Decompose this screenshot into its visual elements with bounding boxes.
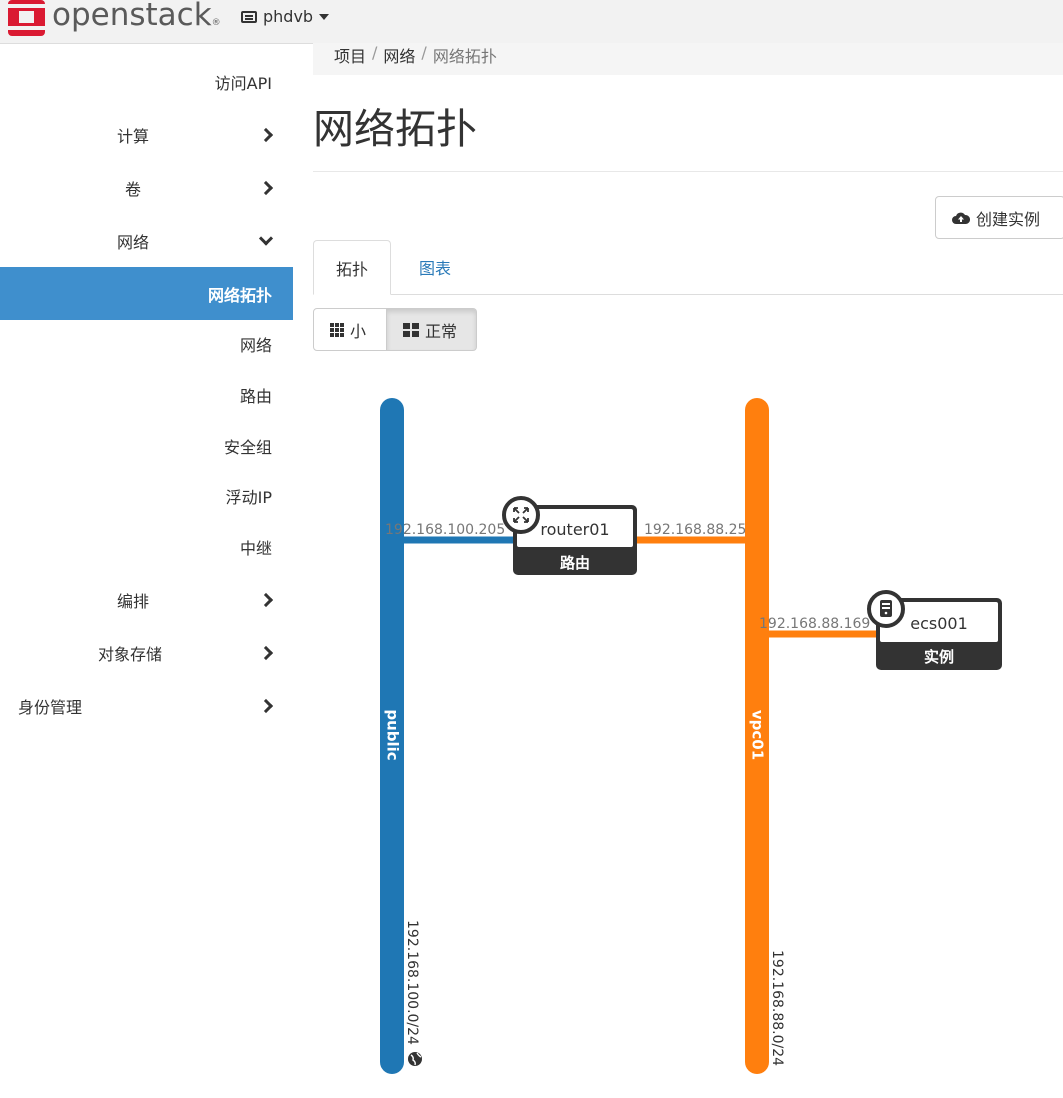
create-instance-button[interactable]: 创建实例 [935, 196, 1063, 239]
chevron-right-icon [258, 127, 274, 142]
sidebar-item-routers[interactable]: 路由 [0, 368, 293, 421]
sidebar-item-access-api[interactable]: 访问API [0, 55, 293, 108]
small-size-button[interactable]: 小 [313, 308, 387, 351]
chevron-right-icon [258, 592, 274, 607]
sidebar-item-label: 卷 [125, 179, 142, 199]
project-name: phdvb [263, 7, 314, 26]
globe-icon [408, 1052, 422, 1066]
topology-canvas: public vpc01 192.168.100.0/24 192.168.88… [380, 398, 1002, 1074]
small-size-label: 小 [350, 321, 367, 341]
sidebar-item-label: 网络 [117, 232, 150, 252]
network-public-name: public [384, 709, 402, 760]
sidebar-item-label: 编排 [117, 591, 150, 611]
instance-ip: 192.168.88.169 [759, 616, 870, 632]
sidebar-item-security-groups[interactable]: 安全组 [0, 419, 293, 472]
server-icon [867, 590, 905, 628]
th-icon [330, 322, 344, 337]
project-dropdown[interactable]: phdvb [241, 7, 330, 26]
network-public-cidr: 192.168.100.0/24 [404, 920, 420, 1045]
sidebar-item-label: 网络 [239, 335, 272, 355]
brand-name[interactable]: openstack® [52, 0, 221, 33]
cloud-upload-icon [952, 212, 970, 224]
sidebar-item-label: 对象存储 [98, 644, 163, 664]
breadcrumb-separator: / [421, 43, 427, 62]
sidebar-item-network-topology[interactable]: 网络拓扑 [0, 267, 293, 320]
sidebar-item-networks[interactable]: 网络 [0, 317, 293, 370]
tab-graph[interactable]: 图表 [409, 240, 461, 294]
instance-name: ecs001 [910, 614, 968, 633]
instance-type: 实例 [924, 648, 954, 666]
sidebar-item-label: 路由 [239, 386, 272, 406]
router-vpc01-ip: 192.168.88.25 [644, 522, 746, 538]
sidebar-item-label: 访问API [214, 73, 272, 93]
sidebar-item-volumes[interactable]: 卷 [0, 161, 293, 214]
breadcrumb: 项目 / 网络 / 网络拓扑 [313, 43, 1063, 75]
sidebar-item-orchestration[interactable]: 编排 [0, 573, 293, 626]
page-title: 网络拓扑 [313, 105, 477, 153]
sidebar-item-object-store[interactable]: 对象存储 [0, 626, 293, 679]
sidebar-item-network-group[interactable]: 网络 [0, 214, 293, 267]
router-name: router01 [540, 520, 609, 539]
openstack-logo-icon[interactable] [8, 0, 45, 36]
sidebar-item-trunks[interactable]: 中继 [0, 520, 293, 573]
sidebar-item-floating-ips[interactable]: 浮动IP [0, 469, 293, 522]
network-vpc01-cidr: 192.168.88.0/24 [769, 950, 785, 1066]
view-tabs: 拓扑 图表 [313, 240, 1063, 295]
sidebar-item-label: 身份管理 [18, 697, 83, 717]
tab-topology[interactable]: 拓扑 [313, 240, 391, 295]
breadcrumb-project[interactable]: 项目 [334, 43, 366, 67]
breadcrumb-separator: / [372, 43, 378, 62]
sidebar-item-compute[interactable]: 计算 [0, 108, 293, 161]
normal-size-label: 正常 [425, 321, 458, 341]
chevron-right-icon [258, 645, 274, 660]
size-toggle-group: 小 正常 [313, 308, 477, 351]
breadcrumb-current: 网络拓扑 [432, 47, 497, 66]
chevron-right-icon [258, 698, 274, 713]
th-large-icon [403, 322, 419, 337]
router-type: 路由 [560, 554, 590, 572]
chevron-down-icon [258, 230, 274, 246]
sidebar-item-label: 安全组 [223, 437, 272, 457]
divider [313, 171, 1063, 172]
normal-size-button[interactable]: 正常 [387, 308, 477, 351]
sidebar-item-label: 中继 [239, 538, 272, 558]
breadcrumb-network[interactable]: 网络 [383, 43, 415, 67]
top-navbar: openstack® phdvb [0, 0, 1063, 44]
network-vpc01-name: vpc01 [749, 710, 767, 760]
sidebar-item-label: 计算 [117, 126, 150, 146]
create-instance-label: 创建实例 [976, 209, 1041, 229]
sidebar-item-label: 网络拓扑 [207, 285, 272, 305]
brand-registered-mark: ® [211, 18, 221, 28]
caret-down-icon [319, 13, 330, 20]
sidebar-item-identity[interactable]: 身份管理 [0, 679, 293, 732]
chevron-right-icon [258, 180, 274, 195]
sidebar-item-label: 浮动IP [225, 487, 272, 507]
project-icon [241, 10, 257, 23]
router-icon [502, 496, 540, 534]
router-public-ip: 192.168.100.205 [385, 522, 505, 538]
